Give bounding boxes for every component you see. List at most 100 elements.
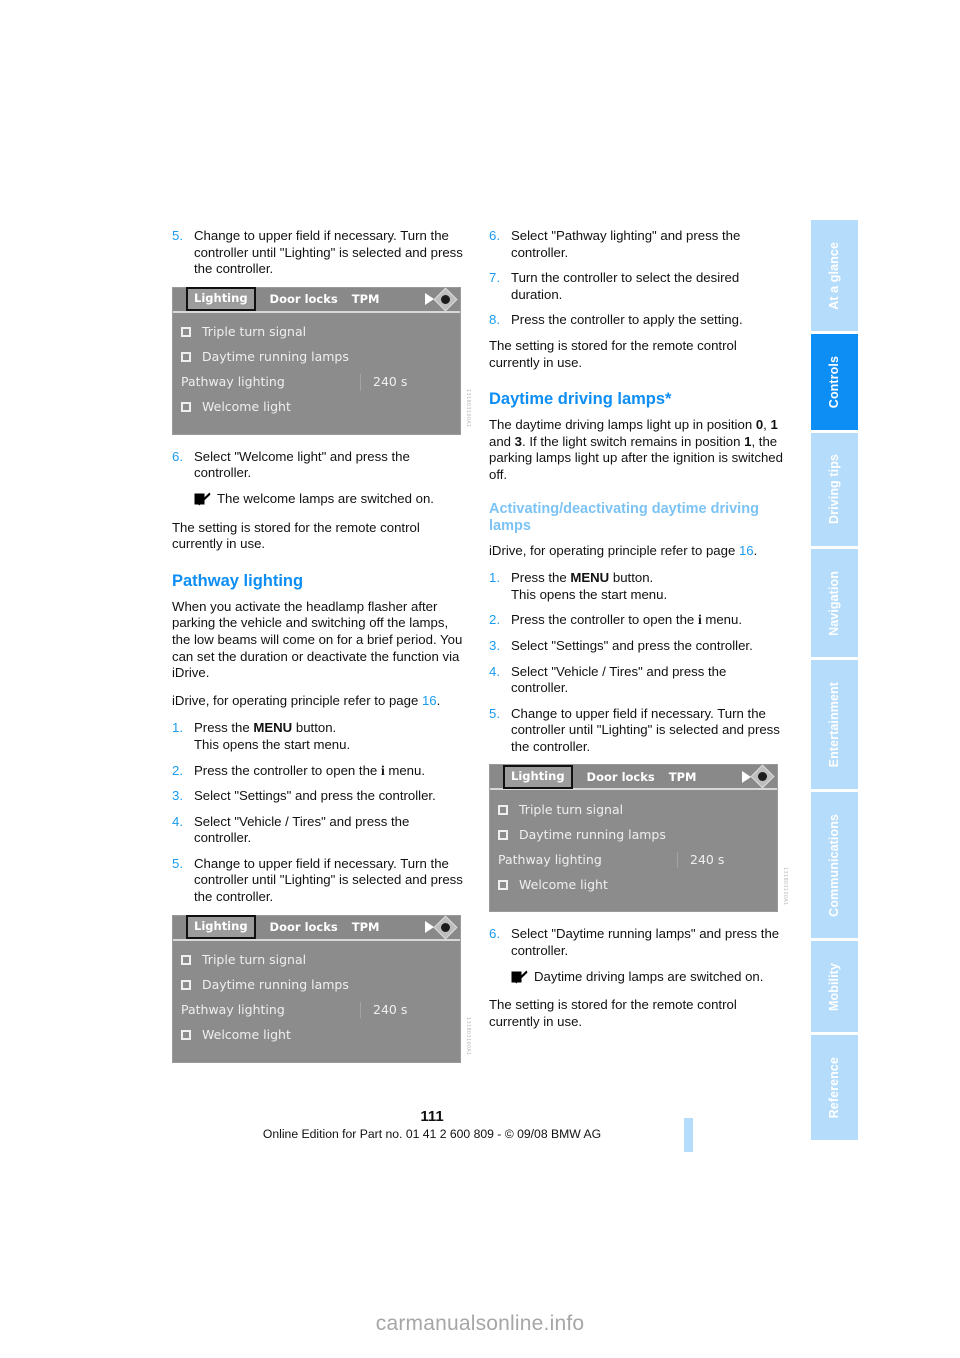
list-item: 1. Press the MENU button. This opens the… xyxy=(489,570,785,603)
idrive-row-label: Welcome light xyxy=(519,876,608,892)
result-text: Daytime driving lamps are switched on. xyxy=(534,968,764,984)
idrive-row-daytime-running-lamps[interactable]: Daytime running lamps xyxy=(490,822,777,847)
position-value-1: 1 xyxy=(770,417,778,433)
idrive-reference-text: iDrive, for operating principle refer to… xyxy=(172,692,422,708)
page-link-16[interactable]: 16 xyxy=(739,543,754,558)
idrive-row-triple-turn-signal[interactable]: Triple turn signal xyxy=(173,320,460,345)
step-number: 6. xyxy=(172,448,183,464)
step-number: 7. xyxy=(489,270,500,286)
idrive-tab-tpm[interactable]: TPM xyxy=(352,291,380,308)
idrive-row-label: Daytime running lamps xyxy=(519,826,666,842)
pathway-body-text: When you activate the headlamp flasher a… xyxy=(172,598,463,681)
idrive-row-triple-turn-signal[interactable]: Triple turn signal xyxy=(173,948,460,973)
step-text-pre: Press the controller to open the xyxy=(511,612,698,628)
step-text: Select "Welcome light" and press the con… xyxy=(194,448,410,481)
idrive-tab-lighting[interactable]: Lighting xyxy=(186,287,256,312)
manual-page: At a glance Controls Driving tips Naviga… xyxy=(0,0,960,1358)
step-text: Select "Settings" and press the controll… xyxy=(194,788,436,804)
checkbox-icon[interactable] xyxy=(181,955,191,966)
step-text-pre: Press the xyxy=(511,570,571,586)
result-line: The welcome lamps are switched on. xyxy=(194,491,468,510)
idrive-row-pathway-lighting[interactable]: Pathway lighting 240 s xyxy=(490,847,777,872)
page-heading-pathway-lighting: Pathway lighting xyxy=(172,571,304,590)
idrive-tab-door-locks[interactable]: Door locks xyxy=(587,769,655,786)
idrive-reference: iDrive, for operating principle refer to… xyxy=(172,693,468,710)
idrive-row-pathway-lighting[interactable]: Pathway lighting 240 s xyxy=(173,998,460,1023)
checkbox-icon[interactable] xyxy=(498,829,508,840)
sidebar-tab-controls[interactable]: Controls xyxy=(811,334,858,430)
idrive-row-daytime-running-lamps[interactable]: Daytime running lamps xyxy=(173,973,460,998)
sidebar-tab-mobility[interactable]: Mobility xyxy=(811,940,858,1033)
step-text: Select "Vehicle / Tires" and press the c… xyxy=(194,813,410,846)
sidebar-tab-entertainment[interactable]: Entertainment xyxy=(811,660,858,789)
idrive-screenshot-lighting-3: Lighting Door locks TPM Triple turn sign… xyxy=(489,764,788,913)
idrive-row-welcome-light[interactable]: Welcome light xyxy=(490,872,777,897)
step-number: 3. xyxy=(489,637,500,653)
list-item: 6. Select "Welcome light" and press the … xyxy=(172,449,468,482)
section-tabs-sidebar: At a glance Controls Driving tips Naviga… xyxy=(811,220,858,1141)
idrive-row-pathway-lighting[interactable]: Pathway lighting 240 s xyxy=(173,370,460,395)
step-number: 3. xyxy=(172,788,183,804)
idrive-row-label: Triple turn signal xyxy=(202,951,307,967)
step-text: Turn the controller to select the desire… xyxy=(511,270,740,302)
idrive-row-value[interactable]: 240 s xyxy=(360,373,452,391)
daytime-text-1: The daytime driving lamps light up in po… xyxy=(489,417,756,433)
page-link-16[interactable]: 16 xyxy=(422,693,437,708)
idrive-tab-door-locks[interactable]: Door locks xyxy=(270,291,338,308)
checkbox-icon[interactable] xyxy=(181,352,191,363)
step-text: Press the controller to open the i menu. xyxy=(194,763,468,780)
idrive-rows: Triple turn signal Daytime running lamps… xyxy=(173,313,460,434)
result-line: Daytime driving lamps are switched on. xyxy=(511,969,785,988)
sidebar-tab-reference[interactable]: Reference xyxy=(811,1035,858,1141)
idrive-row-welcome-light[interactable]: Welcome light xyxy=(173,1023,460,1048)
step-text-post: button. xyxy=(292,720,337,736)
step-number: 6. xyxy=(489,228,500,243)
idrive-row-value[interactable]: 240 s xyxy=(360,1001,452,1019)
list-item: 8. Press the controller to apply the set… xyxy=(489,312,785,329)
step-text: Select "Daytime running lamps" and press… xyxy=(511,926,780,959)
idrive-reference-period: . xyxy=(753,542,758,558)
figure-id-code: 131803100A1 xyxy=(465,389,471,428)
checkbox-icon[interactable] xyxy=(181,402,191,413)
sidebar-tab-at-a-glance[interactable]: At a glance xyxy=(811,220,858,332)
idrive-row-daytime-running-lamps[interactable]: Daytime running lamps xyxy=(173,345,460,370)
idrive-row-welcome-light[interactable]: Welcome light xyxy=(173,395,460,420)
checkbox-icon[interactable] xyxy=(181,327,191,338)
daytime-text-4: . If the light switch remains in positio… xyxy=(522,433,745,449)
idrive-tab-door-locks[interactable]: Door locks xyxy=(270,919,338,936)
idrive-tab-bar: Lighting Door locks TPM xyxy=(490,764,777,791)
idrive-tab-tpm[interactable]: TPM xyxy=(669,769,697,786)
daytime-body-text: The daytime driving lamps light up in po… xyxy=(489,417,785,483)
list-item: 2. Press the controller to open the i me… xyxy=(489,612,785,629)
sidebar-tab-navigation[interactable]: Navigation xyxy=(811,548,858,658)
checkbox-icon[interactable] xyxy=(181,1030,191,1041)
step-number: 5. xyxy=(489,705,500,721)
list-item: 2. Press the controller to open the i me… xyxy=(172,763,468,780)
sidebar-tab-driving-tips[interactable]: Driving tips xyxy=(811,432,858,546)
idrive-row-value[interactable]: 240 s xyxy=(677,851,769,869)
sidebar-tab-label: At a glance xyxy=(826,241,841,310)
idrive-tab-lighting[interactable]: Lighting xyxy=(503,765,573,789)
menu-diamond-icon[interactable] xyxy=(433,287,458,312)
step-text: Change to upper field if necessary. Turn… xyxy=(194,228,463,277)
idrive-reference: iDrive, for operating principle refer to… xyxy=(489,543,785,560)
idrive-tab-tpm[interactable]: TPM xyxy=(352,919,380,936)
step-number: 1. xyxy=(489,570,500,586)
step-number: 2. xyxy=(172,762,183,778)
menu-diamond-icon[interactable] xyxy=(750,764,775,789)
idrive-row-label: Pathway lighting xyxy=(181,373,285,389)
idrive-tab-lighting[interactable]: Lighting xyxy=(186,915,256,939)
checkbox-icon[interactable] xyxy=(181,980,191,991)
checkbox-icon[interactable] xyxy=(498,804,508,815)
idrive-row-triple-turn-signal[interactable]: Triple turn signal xyxy=(490,797,777,822)
menu-diamond-icon[interactable] xyxy=(433,915,458,940)
step-number: 8. xyxy=(489,312,500,328)
checked-box-icon xyxy=(511,970,528,989)
stored-note: The setting is stored for the remote con… xyxy=(489,337,737,370)
sidebar-tab-communications[interactable]: Communications xyxy=(811,791,858,938)
arrow-right-icon[interactable] xyxy=(742,770,751,783)
checkbox-icon[interactable] xyxy=(498,879,508,890)
idrive-bar-icons xyxy=(742,764,775,789)
list-item: 3. Select "Settings" and press the contr… xyxy=(172,788,468,805)
figure-id-code: 131803100A1 xyxy=(782,866,788,906)
